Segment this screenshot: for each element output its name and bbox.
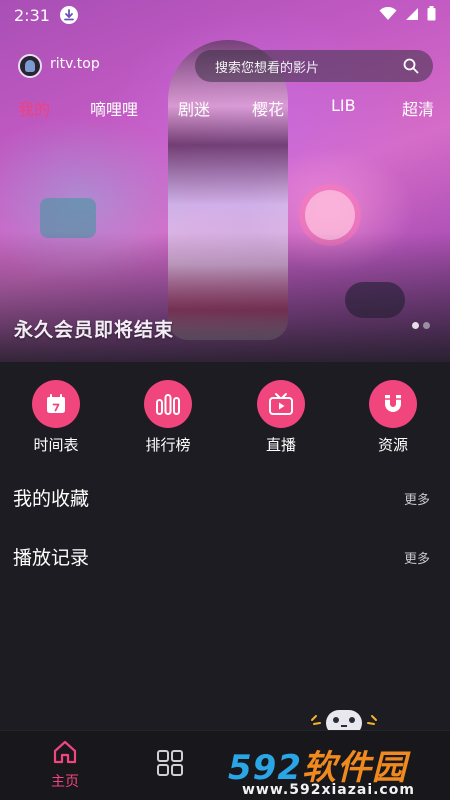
tab-dilidili[interactable]: 嘀哩哩 <box>90 96 138 120</box>
nav-categories[interactable] <box>140 749 200 781</box>
quick-link-schedule[interactable]: 时间表 <box>16 380 96 455</box>
download-icon <box>59 6 78 24</box>
tab-yinghua[interactable]: 樱花 <box>252 96 284 120</box>
ranking-bars-icon <box>144 380 192 428</box>
grid-icon <box>156 750 184 781</box>
status-bar: 2:31 <box>0 0 450 30</box>
more-link[interactable]: 更多 <box>404 489 430 508</box>
tab-jumi[interactable]: 剧迷 <box>178 96 210 120</box>
status-time: 2:31 <box>14 5 50 25</box>
banner-pagination <box>412 322 430 329</box>
quick-links: 时间表 排行榜 直播 资源 <box>0 380 450 460</box>
quick-link-ranking[interactable]: 排行榜 <box>128 380 208 455</box>
section-title: 播放记录 <box>13 547 90 569</box>
quick-link-label: 时间表 <box>33 436 79 454</box>
tab-mine[interactable]: 我的 <box>18 96 50 120</box>
search-placeholder: 搜索您想看的影片 <box>215 60 320 76</box>
more-link[interactable]: 更多 <box>404 548 430 567</box>
banner-caption: 永久会员即将结束 <box>14 319 175 341</box>
quick-link-label: 排行榜 <box>145 436 191 454</box>
calendar-icon <box>32 380 80 428</box>
search-input[interactable]: 搜索您想看的影片 <box>195 50 433 82</box>
section-history[interactable]: 播放记录 更多 <box>0 537 450 577</box>
home-icon <box>52 740 78 769</box>
magnet-icon <box>369 380 417 428</box>
quick-link-resources[interactable]: 资源 <box>353 380 433 455</box>
watermark: 592软件园 www.592xiazai.com <box>222 740 450 800</box>
banner-dot-active <box>412 322 419 329</box>
nav-home-label: 主页 <box>51 774 79 790</box>
banner-dot <box>423 322 430 329</box>
top-bar: ritv.top 搜索您想看的影片 <box>0 48 450 86</box>
search-icon[interactable] <box>403 58 419 74</box>
site-name[interactable]: ritv.top <box>50 56 100 72</box>
category-tabs: 我的 嘀哩哩 剧迷 樱花 LIB 超清 <box>0 92 450 126</box>
quick-link-label: 直播 <box>265 436 296 454</box>
banner-gradient <box>0 232 450 362</box>
wifi-icon <box>379 6 397 25</box>
signal-icon <box>405 6 419 25</box>
section-title: 我的收藏 <box>13 488 90 510</box>
nav-home[interactable]: 主页 <box>35 739 95 791</box>
tab-chaoqing[interactable]: 超清 <box>402 96 434 120</box>
quick-link-live[interactable]: 直播 <box>241 380 321 455</box>
site-logo[interactable] <box>18 54 42 78</box>
quick-link-label: 资源 <box>377 436 408 454</box>
watermark-url: www.592xiazai.com <box>242 782 415 798</box>
tab-lib[interactable]: LIB <box>331 96 356 115</box>
tv-icon <box>257 380 305 428</box>
battery-icon <box>427 5 436 25</box>
section-favorites[interactable]: 我的收藏 更多 <box>0 478 450 518</box>
